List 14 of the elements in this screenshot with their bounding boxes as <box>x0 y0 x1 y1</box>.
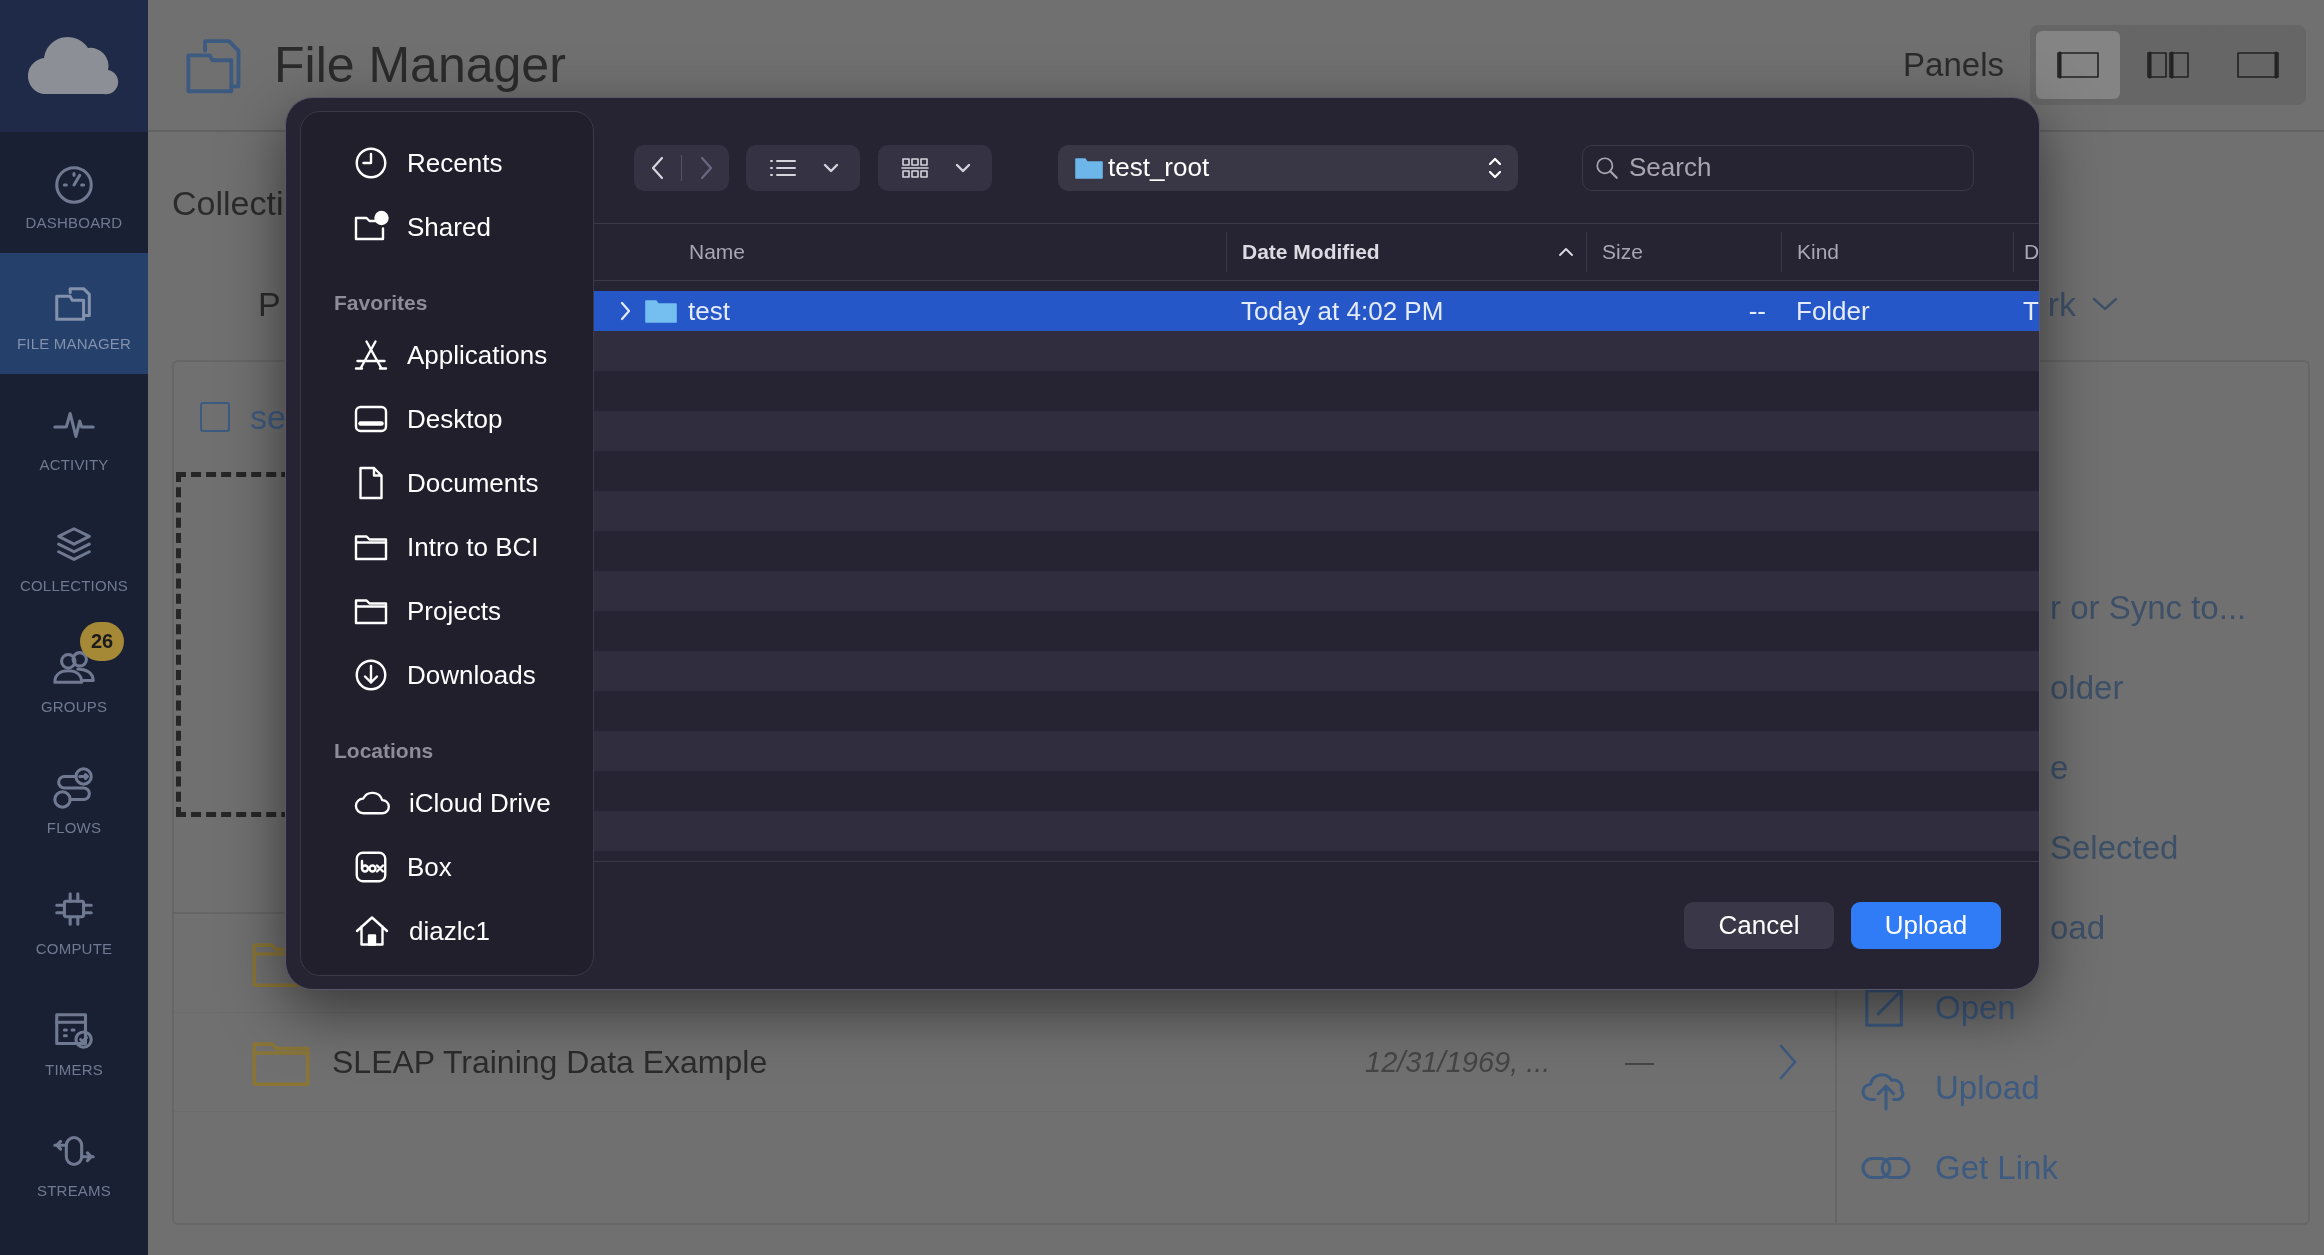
path-label: P <box>258 284 281 324</box>
file-name: test <box>688 295 730 327</box>
file-size: -- <box>1748 295 1766 327</box>
panels-label: Panels <box>1903 46 2004 84</box>
section-heading: Locations <box>333 738 435 764</box>
count-badge: 26 <box>80 622 125 661</box>
file-kind: Folder <box>1796 295 1870 327</box>
collection-label: Collecti <box>172 184 284 224</box>
modified-date: Today at 4:02 PM <box>1241 295 1444 327</box>
file-size: — <box>1625 1045 1655 1079</box>
column-value: T <box>2023 295 2039 327</box>
file-name: SLEAP Training Data Example <box>331 1043 769 1081</box>
page-title: File Manager <box>274 36 567 94</box>
section-heading: Favorites <box>333 290 429 316</box>
